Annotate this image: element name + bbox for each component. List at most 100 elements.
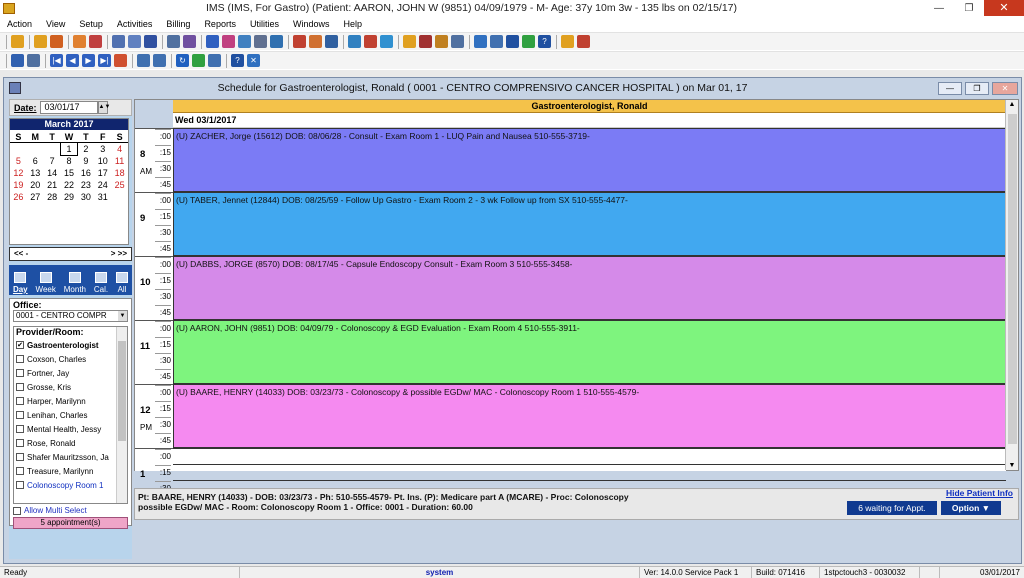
provider-item[interactable]: Shafer Mauritzsson, Ja xyxy=(14,450,119,464)
window-minimize-button[interactable]: — xyxy=(938,81,962,95)
calendar-day[interactable]: 1 xyxy=(59,142,79,156)
exit-icon[interactable] xyxy=(577,35,590,48)
calendar-day[interactable]: 18 xyxy=(111,167,128,179)
minimize-button[interactable]: — xyxy=(924,3,954,14)
calendar-day[interactable]: 13 xyxy=(27,167,44,179)
lock-icon[interactable] xyxy=(561,35,574,48)
shield-icon[interactable] xyxy=(144,35,157,48)
help-circle-icon[interactable]: ? xyxy=(231,54,244,67)
document-icon[interactable] xyxy=(114,54,127,67)
provider-checkbox[interactable]: ✔ xyxy=(16,341,24,349)
provider-item[interactable]: Lenihan, Charles xyxy=(14,408,119,422)
provider-checkbox[interactable] xyxy=(16,369,24,377)
billing-icon[interactable] xyxy=(325,35,338,48)
paste-icon[interactable] xyxy=(153,54,166,67)
menu-setup[interactable]: Setup xyxy=(72,19,110,29)
graph-icon[interactable] xyxy=(419,35,432,48)
form-icon[interactable] xyxy=(112,35,125,48)
close-button[interactable]: ✕ xyxy=(984,0,1024,16)
user-icon[interactable] xyxy=(34,35,47,48)
scroll-up-arrow-icon[interactable]: ▲ xyxy=(1006,101,1018,108)
folder-icon[interactable] xyxy=(73,35,86,48)
all-view-button[interactable]: All xyxy=(116,272,129,294)
appointment-block[interactable]: (U) DABBS, JORGE (8570) DOB: 08/17/45 - … xyxy=(173,256,1006,320)
menu-reports[interactable]: Reports xyxy=(197,19,243,29)
provider-checkbox[interactable] xyxy=(16,467,24,475)
schedule-edit-icon[interactable] xyxy=(309,35,322,48)
refresh-icon[interactable]: ↻ xyxy=(176,54,189,67)
window-restore-button[interactable]: ❐ xyxy=(965,81,989,95)
settings-doc-icon[interactable] xyxy=(208,54,221,67)
menu-help[interactable]: Help xyxy=(336,19,369,29)
calendar-day[interactable]: 21 xyxy=(44,179,61,191)
calendar-day[interactable]: 19 xyxy=(10,179,27,191)
next-record-icon[interactable]: ▶ xyxy=(82,54,95,67)
folder-open-icon[interactable] xyxy=(403,35,416,48)
time-slot[interactable] xyxy=(173,448,1006,464)
calendar-day[interactable]: 20 xyxy=(27,179,44,191)
group-settings-icon[interactable] xyxy=(254,35,267,48)
lab-flask-icon[interactable] xyxy=(128,35,141,48)
time-slot[interactable] xyxy=(173,464,1006,480)
appointment-block[interactable]: (U) ZACHER, Jorge (15612) DOB: 08/06/28 … xyxy=(173,128,1006,192)
chart-edit-icon[interactable] xyxy=(89,35,102,48)
schedule-scrollbar[interactable]: ▲ ▼ xyxy=(1005,100,1018,470)
network-icon[interactable] xyxy=(270,35,283,48)
calendar-grid-icon[interactable] xyxy=(293,35,306,48)
office-select[interactable]: 0001 - CENTRO COMPR ▼ xyxy=(13,310,128,322)
option-button[interactable]: Option ▼ xyxy=(941,501,1001,515)
provider-checkbox[interactable] xyxy=(16,439,24,447)
appointment-block[interactable]: (U) AARON, JOHN (9851) DOB: 04/09/79 - C… xyxy=(173,320,1006,384)
close-circle-icon[interactable]: ✕ xyxy=(247,54,260,67)
help-icon[interactable]: ? xyxy=(538,35,551,48)
menu-utilities[interactable]: Utilities xyxy=(243,19,286,29)
window-close-button[interactable]: ✕ xyxy=(992,81,1018,95)
restore-button[interactable]: ❐ xyxy=(954,3,984,14)
scrollbar-thumb[interactable] xyxy=(118,341,126,441)
provider-checkbox[interactable] xyxy=(16,355,24,363)
transfer-icon[interactable] xyxy=(206,35,219,48)
schedule-scrollbar-thumb[interactable] xyxy=(1008,114,1017,444)
provider-checkbox[interactable] xyxy=(16,481,24,489)
print-icon[interactable] xyxy=(451,35,464,48)
menu-windows[interactable]: Windows xyxy=(286,19,337,29)
calendar-day[interactable]: 30 xyxy=(77,191,94,203)
calendar-day[interactable]: 2 xyxy=(77,143,94,155)
calendar-day[interactable]: 24 xyxy=(94,179,111,191)
week-view-button[interactable]: Week xyxy=(36,272,56,294)
appointment-block[interactable]: (U) TABER, Jennet (12844) DOB: 08/25/59 … xyxy=(173,192,1006,256)
task-check-icon[interactable] xyxy=(522,35,535,48)
day-view-button[interactable]: Day xyxy=(13,272,28,294)
calendar-day[interactable]: 25 xyxy=(111,179,128,191)
allow-multi-select[interactable]: Allow Multi Select xyxy=(13,506,128,515)
chevron-down-icon[interactable]: ▼ xyxy=(118,311,127,321)
provider-item[interactable]: Rose, Ronald xyxy=(14,436,119,450)
sync-icon[interactable] xyxy=(222,35,235,48)
date-input[interactable]: 03/01/17 xyxy=(39,101,98,114)
report-icon[interactable] xyxy=(167,35,180,48)
people-icon[interactable] xyxy=(238,35,251,48)
scroll-down-arrow-icon[interactable]: ▼ xyxy=(1006,462,1018,469)
cal-view-button[interactable]: Cal. xyxy=(94,272,108,294)
waiting-for-appt-button[interactable]: 6 waiting for Appt. xyxy=(847,501,937,515)
binoculars-icon[interactable] xyxy=(11,54,24,67)
calendar-day[interactable]: 6 xyxy=(27,155,44,167)
calendar-day[interactable]: 3 xyxy=(94,143,111,155)
provider-item[interactable]: Grosse, Kris xyxy=(14,380,119,394)
menu-view[interactable]: View xyxy=(39,19,72,29)
calendar-day[interactable]: 12 xyxy=(10,167,27,179)
note-icon[interactable] xyxy=(183,35,196,48)
copy-icon[interactable] xyxy=(137,54,150,67)
calendar-day[interactable]: 31 xyxy=(94,191,111,203)
provider-checkbox[interactable] xyxy=(16,411,24,419)
calendar-day[interactable]: 10 xyxy=(94,155,111,167)
layers-icon[interactable] xyxy=(380,35,393,48)
calendar-day[interactable]: 23 xyxy=(77,179,94,191)
provider-item[interactable]: ✔ Gastroenterologist xyxy=(14,338,119,352)
calendar-prev-button[interactable]: << - xyxy=(14,248,28,260)
doc-word-icon[interactable] xyxy=(506,35,519,48)
satellite-icon[interactable] xyxy=(27,54,40,67)
chart-icon[interactable] xyxy=(435,35,448,48)
user-edit-icon[interactable] xyxy=(50,35,63,48)
calendar-day[interactable]: 11 xyxy=(111,155,128,167)
